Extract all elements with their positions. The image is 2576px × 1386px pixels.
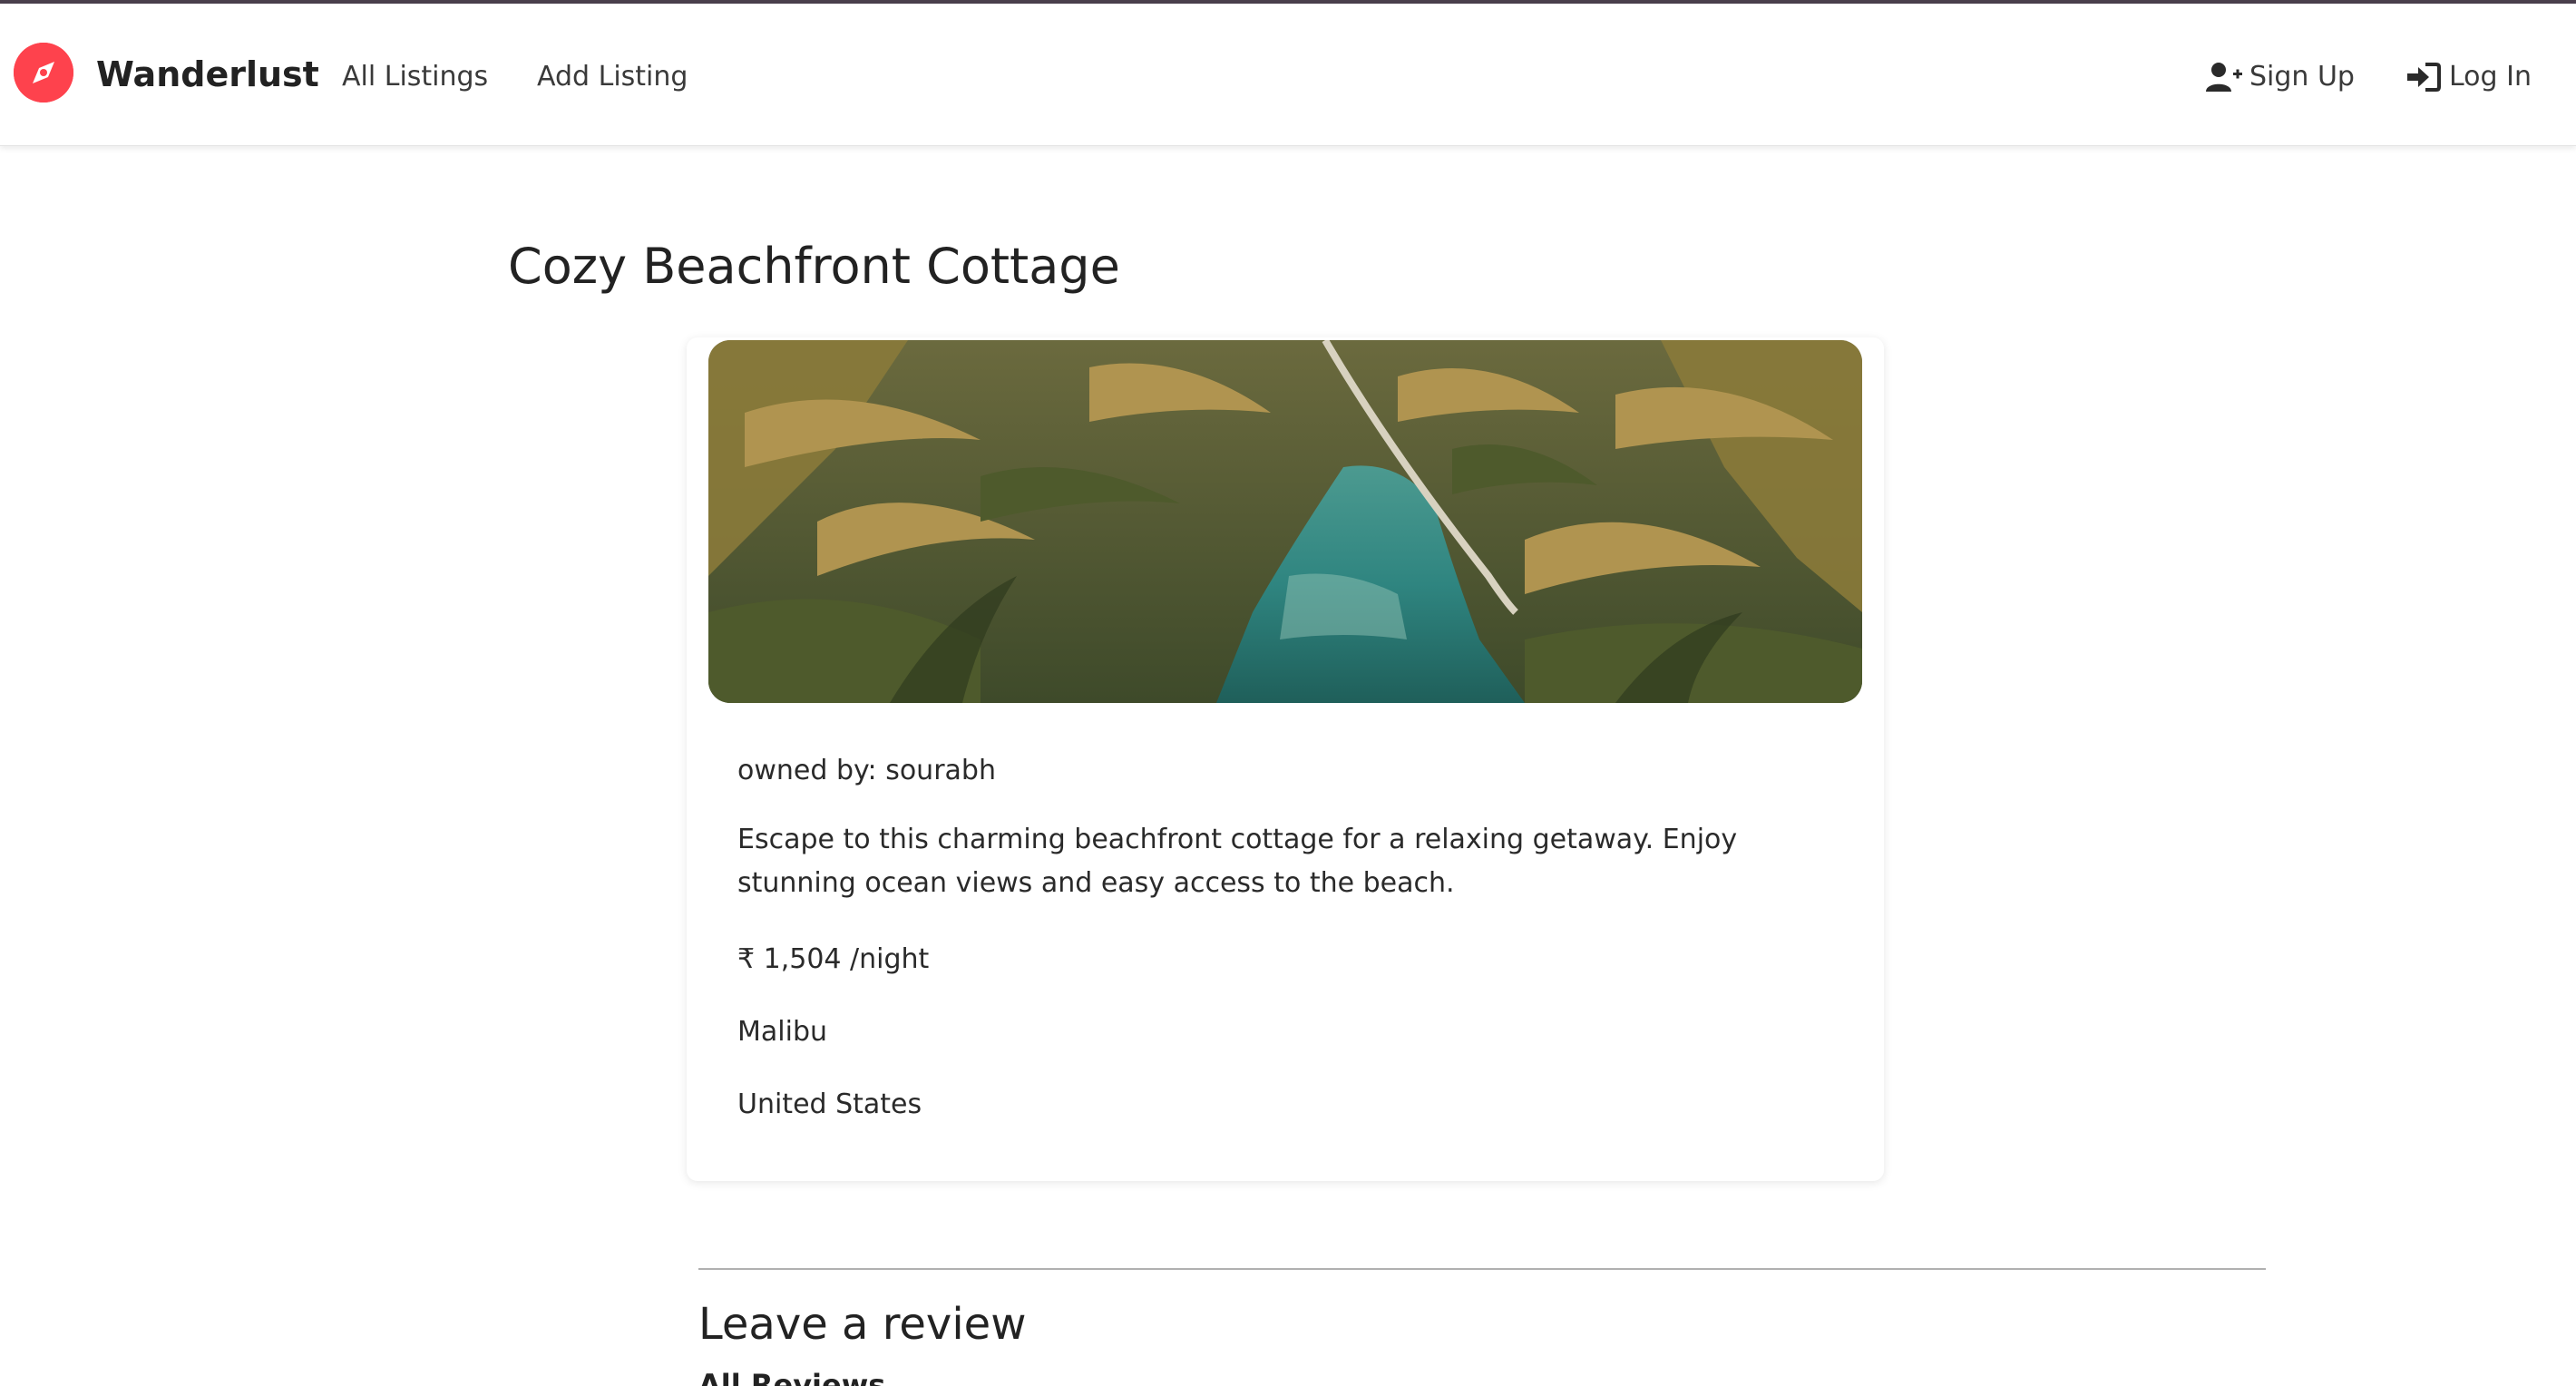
listing-price: ₹ 1,504 /night xyxy=(737,943,930,975)
nav-all-listings[interactable]: All Listings xyxy=(342,61,488,93)
review-heading: Leave a review xyxy=(698,1299,1027,1350)
listing-card: owned by: sourabh Escape to this charmin… xyxy=(687,337,1884,1181)
brand-name[interactable]: Wanderlust xyxy=(96,54,319,94)
log-in-label: Log In xyxy=(2449,61,2532,93)
all-reviews-heading: All Reviews xyxy=(698,1368,886,1386)
listing-title: Cozy Beachfront Cottage xyxy=(508,238,1120,295)
listing-image xyxy=(708,340,1862,703)
listing-location: Malibu xyxy=(737,1016,827,1048)
listing-owner: owned by: sourabh xyxy=(737,755,996,786)
listing-description: Escape to this charming beachfront cotta… xyxy=(737,824,1738,899)
sign-in-icon xyxy=(2407,62,2441,92)
log-in-link[interactable]: Log In xyxy=(2405,61,2532,93)
sign-up-label: Sign Up xyxy=(2249,61,2355,93)
sign-up-link[interactable]: Sign Up xyxy=(2206,61,2355,93)
page: Wanderlust All Listings Add Listing Sign… xyxy=(0,0,2576,1386)
section-divider xyxy=(698,1268,2266,1270)
compass-icon[interactable] xyxy=(14,43,73,102)
listing-country: United States xyxy=(737,1088,922,1120)
nav-add-listing[interactable]: Add Listing xyxy=(537,61,688,93)
navbar: Wanderlust All Listings Add Listing Sign… xyxy=(0,4,2576,146)
user-plus-icon xyxy=(2206,62,2242,92)
